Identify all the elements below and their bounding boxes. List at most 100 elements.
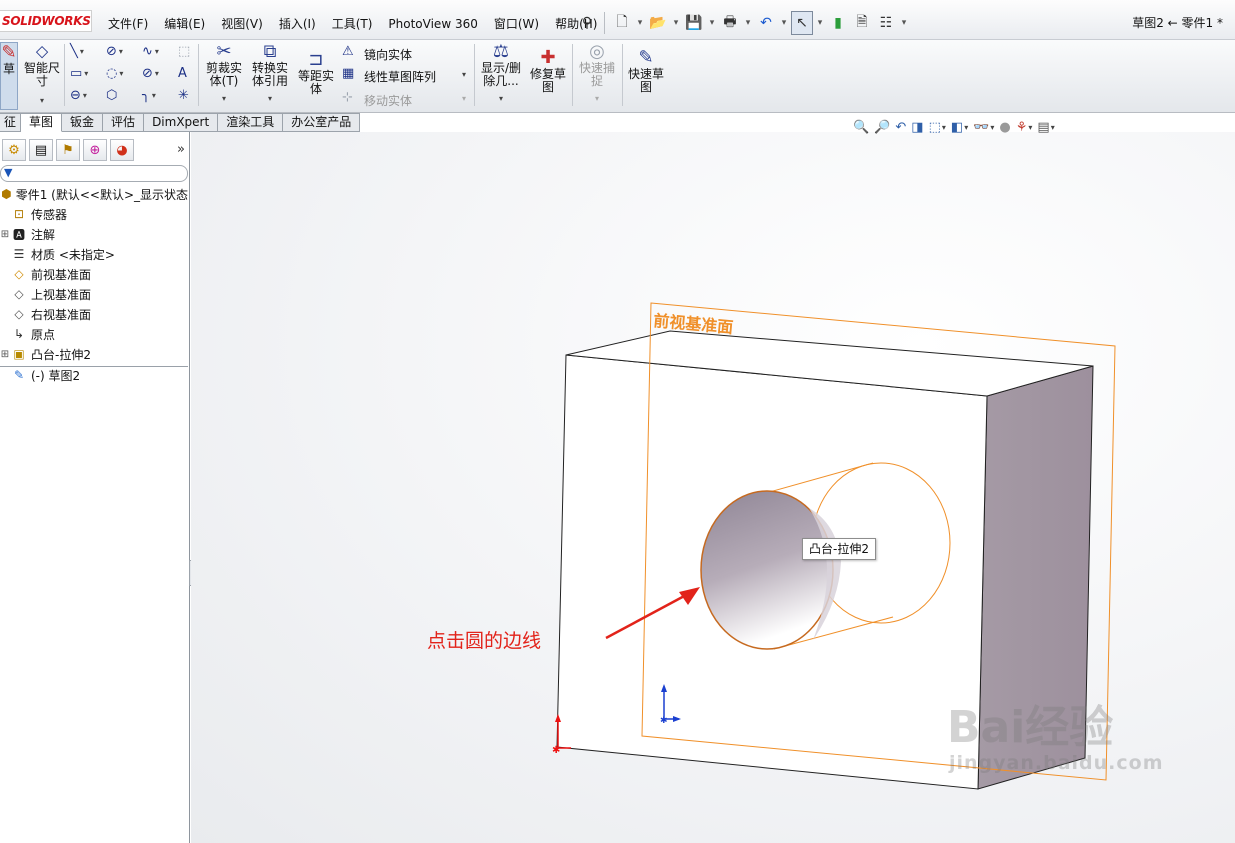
property-manager-icon[interactable]: ▤ xyxy=(29,139,53,161)
menu-tools[interactable]: 工具(T) xyxy=(324,14,381,34)
ellipse-dropdown-icon[interactable]: ▾ xyxy=(155,69,159,78)
tree-item[interactable]: ↳ 原点 xyxy=(0,324,188,344)
line-dropdown-icon[interactable]: ▾ xyxy=(80,47,84,56)
slot-dropdown-icon[interactable]: ▾ xyxy=(83,91,87,100)
pin-icon[interactable]: ⚲ xyxy=(576,11,598,35)
tree-item-label: 传感器 xyxy=(31,207,68,222)
apply-scene-dropdown-icon[interactable]: ▾ xyxy=(1028,123,1032,132)
arc-tool[interactable]: ◌ ▾ xyxy=(106,66,123,81)
polygon-tool[interactable]: ⬡ xyxy=(106,88,117,103)
linear-pattern-button[interactable]: ▦ xyxy=(342,66,354,81)
convert-dropdown-icon[interactable]: ▾ xyxy=(268,92,272,105)
save-dropdown-icon[interactable]: ▾ xyxy=(707,11,717,35)
tree-item[interactable]: ⊞ ▣ 凸台-拉伸2 xyxy=(0,344,188,364)
expand-icon[interactable]: ⊞ xyxy=(0,349,10,360)
trim-entities-button[interactable]: ✂ 剪裁实体(T) ▾ xyxy=(202,42,246,105)
circle-dropdown-icon[interactable]: ▾ xyxy=(119,47,123,56)
move-dropdown-icon[interactable]: ▾ xyxy=(462,94,466,103)
smart-dimension-dropdown-icon[interactable]: ▾ xyxy=(40,94,44,107)
arc-dropdown-icon[interactable]: ▾ xyxy=(119,69,123,78)
menu-view[interactable]: 视图(V) xyxy=(213,14,271,34)
tree-item[interactable]: ◇ 上视基准面 xyxy=(0,284,188,304)
trim-dropdown-icon[interactable]: ▾ xyxy=(222,92,226,105)
fillet-dropdown-icon[interactable]: ▾ xyxy=(152,91,156,100)
configuration-manager-icon[interactable]: ⚑ xyxy=(56,139,80,161)
tab-evaluate[interactable]: 评估 xyxy=(103,113,145,132)
mirror-entities-label[interactable]: 镜向实体 xyxy=(364,46,412,63)
menu-edit[interactable]: 编辑(E) xyxy=(156,14,213,34)
display-delete-relations-button[interactable]: ⚖ 显示/删除几... ▾ xyxy=(478,42,524,105)
view-orientation-dropdown-icon[interactable]: ▾ xyxy=(942,123,946,132)
menu-file[interactable]: 文件(F) xyxy=(100,14,156,34)
menu-photoview[interactable]: PhotoView 360 xyxy=(380,14,485,34)
quick-snap-dropdown-icon[interactable]: ▾ xyxy=(595,92,599,105)
move-entities-label[interactable]: 移动实体 xyxy=(364,92,412,109)
tab-office-products[interactable]: 办公室产品 xyxy=(283,113,361,132)
expand-tabs-icon[interactable]: » xyxy=(177,142,185,157)
file-properties-icon[interactable]: 🗎 xyxy=(851,11,873,35)
save-icon[interactable]: 💾 xyxy=(683,11,705,35)
line-tool[interactable]: ╲ ▾ xyxy=(70,44,84,59)
mirror-entities-button[interactable]: ⚠ xyxy=(342,44,354,59)
display-style-dropdown-icon[interactable]: ▾ xyxy=(964,123,968,132)
spline-tool[interactable]: ∿ ▾ xyxy=(142,44,159,59)
hide-show-dropdown-icon[interactable]: ▾ xyxy=(990,123,994,132)
tree-item[interactable]: ⊡ 传感器 xyxy=(0,204,188,224)
sketch-button[interactable]: ✎ 草 xyxy=(0,42,18,110)
move-entities-button[interactable]: ⊹ xyxy=(342,90,353,105)
dimxpert-manager-icon[interactable]: ⊕ xyxy=(83,139,107,161)
spline-dropdown-icon[interactable]: ▾ xyxy=(155,47,159,56)
new-dropdown-icon[interactable]: ▾ xyxy=(635,11,645,35)
convert-entities-button[interactable]: ⧉ 转换实体引用 ▾ xyxy=(248,42,292,105)
tree-item[interactable]: ✎ (-) 草图2 xyxy=(0,365,188,385)
linear-pattern-label[interactable]: 线性草图阵列 xyxy=(364,68,436,85)
graphics-area[interactable]: 🔍 🔎 ↶ ◨ ⬚ ▾ ◧ ▾ 👓 ▾ ● ⚘ ▾ ▤ ▾ 前视基准面 ✱ ✱ … xyxy=(191,120,1235,843)
open-dropdown-icon[interactable]: ▾ xyxy=(671,11,681,35)
slot-tool[interactable]: ⊖ ▾ xyxy=(70,88,87,103)
menu-insert[interactable]: 插入(I) xyxy=(271,14,324,34)
tab-sheet-metal[interactable]: 钣金 xyxy=(62,113,104,132)
rectangle-dropdown-icon[interactable]: ▾ xyxy=(84,69,88,78)
solidworks-logo[interactable]: SOLIDWORKS xyxy=(0,10,92,32)
undo-icon[interactable]: ↶ xyxy=(755,11,777,35)
offset-entities-button[interactable]: ⊐ 等距实体 xyxy=(296,50,336,96)
rapid-sketch-button[interactable]: ✎ 快速草图 xyxy=(626,48,666,94)
feature-tree-icon[interactable]: ⚙ xyxy=(2,139,26,161)
plane-tool[interactable]: ⬚ xyxy=(178,44,190,59)
select-icon[interactable]: ↖ xyxy=(791,11,813,35)
ellipse-tool[interactable]: ⊘ ▾ xyxy=(142,66,159,81)
tab-dimxpert[interactable]: DimXpert xyxy=(144,113,219,132)
menu-window[interactable]: 窗口(W) xyxy=(486,14,547,34)
options-dropdown-icon[interactable]: ▾ xyxy=(899,11,909,35)
tab-render-tools[interactable]: 渲染工具 xyxy=(218,113,284,132)
view-settings-dropdown-icon[interactable]: ▾ xyxy=(1051,123,1055,132)
rebuild-icon[interactable]: ▮ xyxy=(827,11,849,35)
fillet-tool[interactable]: ╮ ▾ xyxy=(142,88,156,103)
expand-icon[interactable]: ⊞ xyxy=(0,229,10,240)
text-tool[interactable]: A xyxy=(178,66,187,81)
undo-dropdown-icon[interactable]: ▾ xyxy=(779,11,789,35)
open-icon[interactable]: 📂 xyxy=(647,11,669,35)
point-tool[interactable]: ✳ xyxy=(178,88,189,103)
display-delete-dropdown-icon[interactable]: ▾ xyxy=(499,92,503,105)
tab-sketch[interactable]: 草图 xyxy=(21,113,63,132)
print-icon[interactable]: 🖶 xyxy=(719,11,741,35)
smart-dimension-button[interactable]: ⬦ 智能尺寸 ▾ xyxy=(22,42,62,107)
tab-features[interactable]: 征 xyxy=(0,113,22,132)
options-icon[interactable]: ☷ xyxy=(875,11,897,35)
pattern-dropdown-icon[interactable]: ▾ xyxy=(462,70,466,79)
tree-item[interactable]: ◇ 前视基准面 xyxy=(0,264,188,284)
quick-snaps-button[interactable]: ◎ 快速捕捉 ▾ xyxy=(576,42,618,105)
print-dropdown-icon[interactable]: ▾ xyxy=(743,11,753,35)
new-icon[interactable]: 🗋 xyxy=(611,11,633,35)
display-manager-icon[interactable]: ◕ xyxy=(110,139,134,161)
tree-item[interactable]: ⊞ 🅰 注解 xyxy=(0,224,188,244)
tree-item[interactable]: ☰ 材质 <未指定> xyxy=(0,244,188,264)
tree-filter-input[interactable]: ▼ xyxy=(0,165,188,182)
select-dropdown-icon[interactable]: ▾ xyxy=(815,11,825,35)
tree-item[interactable]: ◇ 右视基准面 xyxy=(0,304,188,324)
tree-root-part[interactable]: ⬢ 零件1 (默认<<默认>_显示状态 xyxy=(0,184,188,204)
rectangle-tool[interactable]: ▭ ▾ xyxy=(70,66,88,81)
circle-tool[interactable]: ⊘ ▾ xyxy=(106,44,123,59)
repair-sketch-button[interactable]: ✚ 修复草图 xyxy=(528,48,568,94)
